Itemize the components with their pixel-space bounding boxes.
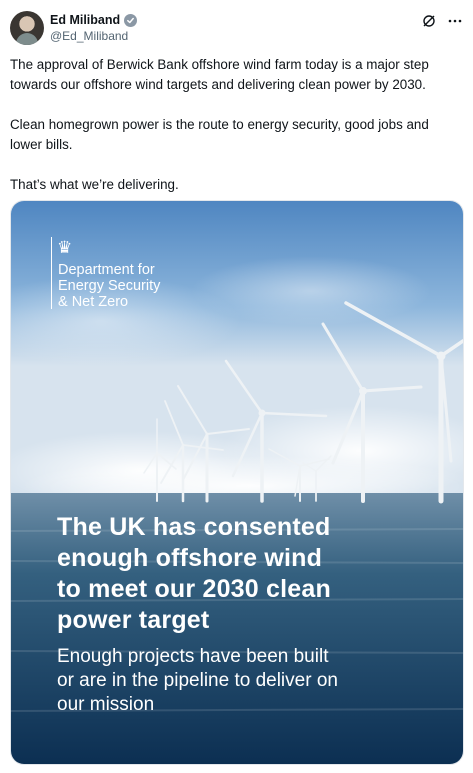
post-header: Ed Miliband @Ed_Miliband	[10, 11, 463, 47]
verified-badge-icon	[124, 13, 138, 27]
post-paragraph: That’s what we’re delivering.	[10, 177, 179, 192]
author-row: Ed Miliband	[50, 13, 138, 27]
post-text: The approval of Berwick Bank offshore wi…	[10, 55, 460, 195]
post-paragraph: The approval of Berwick Bank offshore wi…	[10, 57, 429, 92]
image-subheadline: Enough projects have been built or are i…	[57, 646, 338, 715]
post-actions	[421, 13, 463, 29]
more-icon[interactable]	[447, 13, 463, 29]
post-paragraph: Clean homegrown power is the route to en…	[10, 117, 429, 152]
author-handle[interactable]: @Ed_Miliband	[50, 29, 128, 43]
author-name[interactable]: Ed Miliband	[50, 13, 120, 27]
royal-crest-icon: ♛	[57, 238, 73, 257]
post-image[interactable]: ♛ Department for Energy Security & Net Z…	[10, 200, 464, 765]
image-headline: The UK has consented enough offshore win…	[57, 513, 331, 634]
grok-icon[interactable]	[421, 13, 437, 29]
avatar[interactable]	[10, 11, 44, 45]
dept-name: Department for Energy Security & Net Zer…	[58, 262, 161, 310]
logo-divider	[51, 237, 52, 309]
